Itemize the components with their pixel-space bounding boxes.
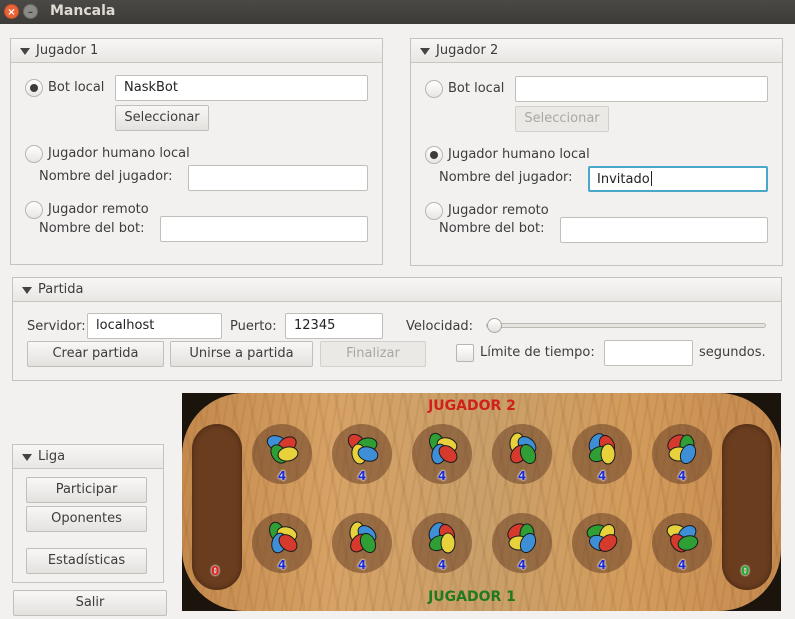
bottom-pit-4[interactable]: 4 [492, 513, 552, 573]
collapse-triangle-icon [20, 48, 30, 55]
bottom-pit-count: 4 [677, 558, 687, 572]
top-pit-6[interactable]: 4 [652, 424, 712, 484]
server-label: Servidor: [27, 319, 86, 334]
close-window-button[interactable]: × [4, 4, 19, 19]
time-limit-checkbox[interactable] [456, 344, 474, 362]
port-field[interactable]: 12345 [285, 313, 383, 339]
participate-button[interactable]: Participar [26, 477, 147, 503]
player1-player-name-field[interactable] [188, 165, 368, 191]
bottom-pit-2[interactable]: 4 [332, 513, 392, 573]
top-pit-count: 4 [277, 469, 287, 483]
bottom-player-label: JUGADOR 1 [428, 589, 516, 605]
bottom-pit-1[interactable]: 4 [252, 513, 312, 573]
player1-remote-radio[interactable] [25, 201, 43, 219]
player1-panel-title: Jugador 1 [36, 43, 99, 58]
league-panel: Liga Participar Oponentes Estadísticas [12, 444, 164, 583]
player2-panel-header[interactable]: Jugador 2 [411, 39, 782, 63]
top-pit-count: 4 [677, 469, 687, 483]
player2-player-name-value: Invitado [597, 172, 650, 187]
player1-panel: Jugador 1 Bot local NaskBot Seleccionar … [10, 38, 383, 265]
window-title: Mancala [50, 3, 116, 19]
player1-bot-name-field[interactable] [160, 216, 368, 242]
left-store-count: 0 [211, 564, 220, 578]
server-field[interactable]: localhost [87, 313, 222, 339]
top-player-label: JUGADOR 2 [428, 398, 516, 414]
bottom-pit-count: 4 [277, 558, 287, 572]
seconds-label: segundos. [699, 345, 766, 360]
bottom-pit-3[interactable]: 4 [412, 513, 472, 573]
finish-button[interactable]: Finalizar [320, 341, 426, 367]
top-pit-4[interactable]: 4 [492, 424, 552, 484]
exit-button[interactable]: Salir [13, 590, 167, 616]
title-bar: × – Mancala [0, 0, 795, 24]
match-panel: Partida Servidor: localhost Puerto: 1234… [12, 277, 782, 381]
port-label: Puerto: [230, 319, 277, 334]
join-match-button[interactable]: Unirse a partida [170, 341, 313, 367]
top-pit-count: 4 [437, 469, 447, 483]
player2-panel: Jugador 2 Bot local Seleccionar Jugador … [410, 38, 783, 266]
bottom-pit-6[interactable]: 4 [652, 513, 712, 573]
time-limit-label: Límite de tiempo: [480, 345, 595, 360]
player1-bot-name-label: Nombre del bot: [39, 221, 145, 236]
top-pit-1[interactable]: 4 [252, 424, 312, 484]
player1-human-local-radio[interactable] [25, 145, 43, 163]
top-pit-count: 4 [517, 469, 527, 483]
player2-bot-local-radio[interactable] [425, 80, 443, 98]
match-panel-title: Partida [38, 282, 84, 297]
player1-bot-local-field[interactable]: NaskBot [115, 75, 368, 101]
player1-human-local-label: Jugador humano local [48, 146, 190, 161]
minimize-window-button[interactable]: – [23, 4, 38, 19]
top-pit-count: 4 [597, 469, 607, 483]
league-panel-title: Liga [38, 449, 66, 464]
top-pit-2[interactable]: 4 [332, 424, 392, 484]
player2-select-button[interactable]: Seleccionar [515, 106, 609, 132]
speed-label: Velocidad: [406, 319, 474, 334]
speed-slider-knob[interactable] [487, 318, 502, 333]
opponents-button[interactable]: Oponentes [26, 506, 147, 532]
player2-panel-title: Jugador 2 [436, 43, 499, 58]
player1-bot-local-label: Bot local [48, 80, 105, 95]
create-match-button[interactable]: Crear partida [27, 341, 164, 367]
top-pit-count: 4 [357, 469, 367, 483]
match-panel-header[interactable]: Partida [13, 278, 781, 302]
seed [600, 443, 616, 465]
player1-player-name-label: Nombre del jugador: [39, 169, 173, 184]
speed-slider-track[interactable] [486, 323, 766, 328]
player2-bot-local-field[interactable] [515, 76, 768, 102]
statistics-button[interactable]: Estadísticas [26, 548, 147, 574]
player2-remote-radio[interactable] [425, 202, 443, 220]
league-panel-header[interactable]: Liga [13, 445, 163, 469]
player1-select-button[interactable]: Seleccionar [115, 105, 209, 131]
player2-bot-name-field[interactable] [560, 217, 768, 243]
top-pit-3[interactable]: 4 [412, 424, 472, 484]
player1-panel-header[interactable]: Jugador 1 [11, 39, 382, 63]
collapse-triangle-icon [22, 454, 32, 461]
player2-remote-label: Jugador remoto [448, 203, 549, 218]
collapse-triangle-icon [22, 287, 32, 294]
player1-remote-label: Jugador remoto [48, 202, 149, 217]
player2-human-local-label: Jugador humano local [448, 147, 590, 162]
bottom-pit-count: 4 [597, 558, 607, 572]
player2-player-name-label: Nombre del jugador: [439, 170, 573, 185]
bottom-pit-count: 4 [437, 558, 447, 572]
right-store-count: 0 [741, 564, 750, 578]
bottom-pit-count: 4 [357, 558, 367, 572]
text-caret [650, 171, 652, 186]
player2-player-name-field[interactable]: Invitado [588, 166, 768, 192]
time-limit-field[interactable] [604, 340, 693, 366]
mancala-board: 0 0 JUGADOR 2 JUGADOR 1 4 4 4 4 4 4 4 4 4 4 4 4 [182, 393, 781, 611]
seed [440, 532, 456, 554]
bottom-pit-5[interactable]: 4 [572, 513, 632, 573]
collapse-triangle-icon [420, 48, 430, 55]
player2-human-local-radio[interactable] [425, 146, 443, 164]
bottom-pit-count: 4 [517, 558, 527, 572]
player2-bot-local-label: Bot local [448, 81, 505, 96]
top-pit-5[interactable]: 4 [572, 424, 632, 484]
player2-bot-name-label: Nombre del bot: [439, 221, 545, 236]
player1-bot-local-radio[interactable] [25, 79, 43, 97]
